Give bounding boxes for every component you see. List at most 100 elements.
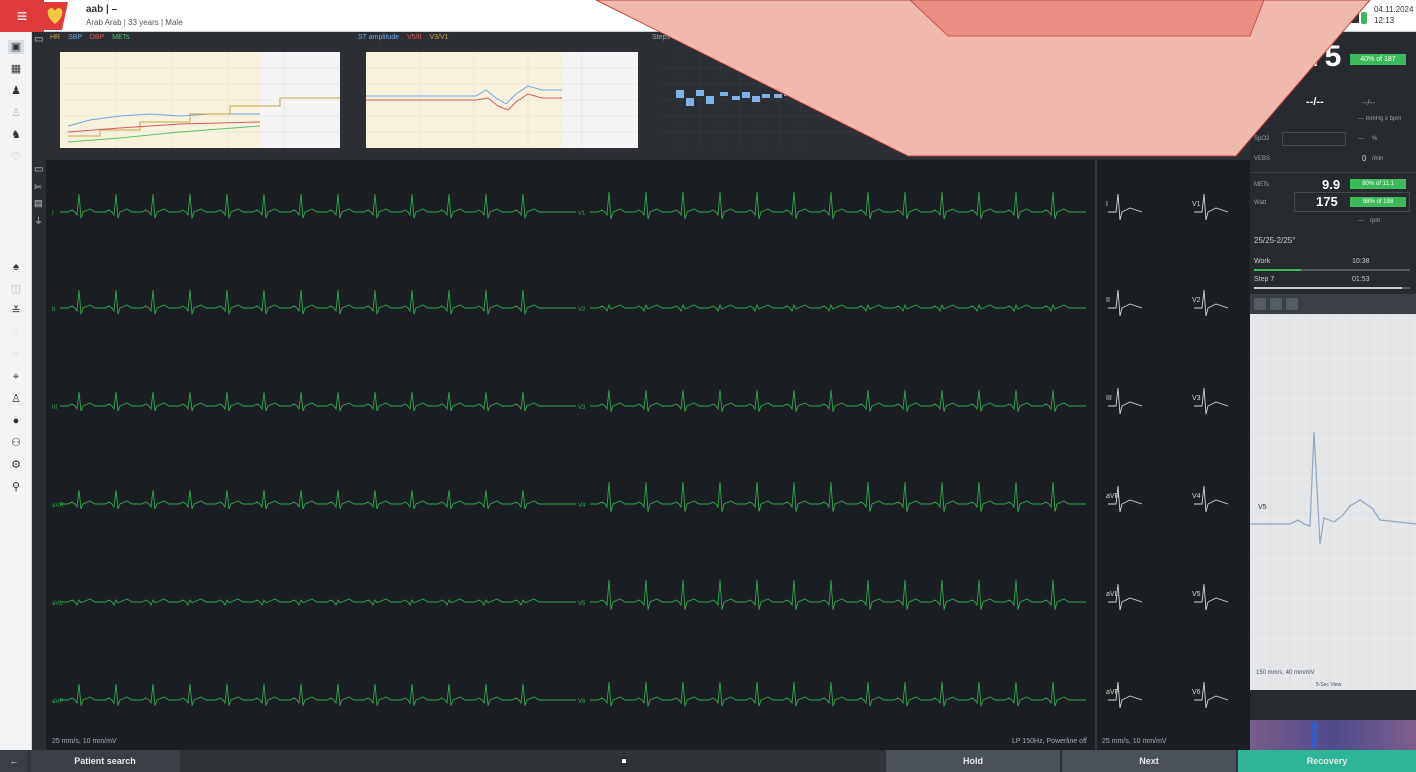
median-complex-II [1108,289,1143,317]
step-progress-track [1254,287,1410,289]
trend-panel: HR SBP DBP METs ST amplitude V5/II V3/V1… [32,32,1250,160]
median-complex-III [1108,387,1143,415]
lead-label-V5: V5 [578,601,586,607]
ecg-trace-V6 [590,681,1086,707]
heart-logo-icon [38,2,68,30]
vebs-label: VEBS [1254,156,1271,162]
zoom-ecg [1250,294,1416,690]
right-panel: 75 40% of 187 --/-- --/-- --- mmHg x bpm… [1250,32,1416,750]
legend-v3: V3/V1 [429,34,449,41]
patient-name: aab | – [86,4,118,15]
divider [1250,172,1416,173]
median-label-III: III [1106,395,1112,402]
median-complex-I [1108,193,1143,221]
hr-percent: 40% of 187 [1350,54,1406,65]
ecg-trace-V3 [590,389,1086,412]
dimmed-c-icon[interactable]: ◌ [8,348,24,362]
ecg-trace-III [60,391,576,412]
step-label: Step 7 [1254,276,1275,283]
watt-label: Watt [1254,200,1267,206]
mets-label: METs [1254,182,1269,188]
spo2-unit: % [1372,136,1378,142]
median-label-V2: V2 [1192,297,1201,304]
man-icon[interactable]: ⚲ [8,480,24,494]
lead-label-aVF: aVF [52,699,63,705]
date-text: 04.11.2024 [1374,5,1414,14]
person-alert-icon[interactable]: ♠ [8,260,24,274]
tool-icon[interactable]: ✄ [34,182,42,193]
step-progress-fill [1254,287,1403,289]
step-time: 01:53 [1352,276,1370,283]
ecg-area: I V1 I V1 II V2 II V2 III V3 III V3 aVR V4 aVR V4 aVL V5 a… [46,160,1250,750]
ecg-trace-aVL [60,598,576,606]
stairs-icon[interactable]: ≚ [8,304,24,318]
median-label-II: II [1106,297,1110,304]
cursor-icon[interactable]: ⌖ [8,370,24,384]
watt-percent: 98% of 198 [1350,197,1406,207]
legend-dbp: DBP [89,34,105,41]
lead-label-V6: V6 [578,699,586,705]
lead-label-I: I [52,211,54,217]
work-label: Work [1254,258,1271,265]
runner-icon[interactable]: ♞ [8,128,24,142]
figure-icon[interactable]: ♙ [8,392,24,406]
mets-value: 9.9 [1322,177,1341,192]
ecg-trace-V4 [590,481,1086,512]
rhythm-marker [1312,722,1318,748]
chart2-legend: ST amplitude V5/II V3/V1 [358,34,449,41]
back-button[interactable]: ← [0,750,28,772]
lead-label-II: II [52,307,56,313]
bp-units: --/-- [1362,98,1375,107]
treadmill-icon[interactable]: ⚙ [8,458,24,472]
median-label-V6: V6 [1192,689,1201,696]
next-button[interactable]: Next [1062,750,1236,772]
bp-sub: --- mmHg x bpm [1358,116,1402,122]
page-indicator [622,759,626,763]
patient-info: Arab Arab | 33 years | Male [86,18,183,27]
print-icon[interactable]: ▭ [34,34,43,45]
chart1-legend: HR SBP DBP METs [50,34,130,41]
ecg-trace-aVF [60,683,576,706]
info-icon[interactable]: ● [8,414,24,428]
zoom-caption: 5-Sec View [1316,682,1342,688]
mets-percent: 80% of 11.1 [1350,179,1406,189]
bp-value: --/-- [1306,96,1324,108]
person-icon[interactable]: ♟ [8,84,24,98]
biker-icon[interactable]: ⚇ [8,436,24,450]
ecg-trace-V5 [590,579,1086,610]
median-label-I: I [1106,201,1108,208]
median-label-V3: V3 [1192,395,1201,402]
top-bar: ≡ aab | – Arab Arab | 33 years | Male 04… [0,0,1416,32]
vebs-unit: /min [1372,156,1384,162]
hold-button[interactable]: Hold [886,750,1060,772]
median-label-V4: V4 [1192,493,1201,500]
rpm-unit: rpm [1370,218,1381,224]
zoom-speed: 150 mm/s, 40 mm/mV [1256,670,1315,676]
walk-icon[interactable]: ♙ [8,106,24,120]
legend-st: ST amplitude [358,34,400,41]
patient-search-button[interactable]: Patient search [30,750,180,772]
ecg-trace-V1 [590,191,1086,220]
legend-hr: HR [50,34,61,41]
st-trend-chart [366,52,638,148]
monitor-icon[interactable]: ▣ [8,40,24,54]
print2-icon[interactable]: ▭ [34,164,43,175]
ecg-speed-right: 25 mm/s, 10 mm/mV [1102,738,1167,745]
spo2-label: SpO2 [1254,136,1270,142]
ecg-trace-II [60,289,576,315]
lead-label-V3: V3 [578,405,586,411]
protocol: 25/25-2/25° [1254,236,1296,245]
median-label-aVL: aVL [1106,591,1119,598]
steps-trend-chart [660,52,930,148]
heart-icon[interactable]: ♡ [8,150,24,164]
ground-icon[interactable]: ⏚ [34,214,43,227]
dimmed-a-icon[interactable]: ◫ [8,282,24,296]
chart3-legend: Steps [652,34,670,41]
layout-icon[interactable]: ▤ [34,198,43,209]
device-status-icon [1351,12,1367,24]
calendar-icon[interactable]: ▦ [8,62,24,76]
dimmed-b-icon[interactable]: ◌ [8,326,24,340]
recovery-button[interactable]: Recovery [1238,750,1416,772]
ecg-trace-aVR [60,489,576,510]
zoom-lead-label: V5 [1258,504,1267,511]
